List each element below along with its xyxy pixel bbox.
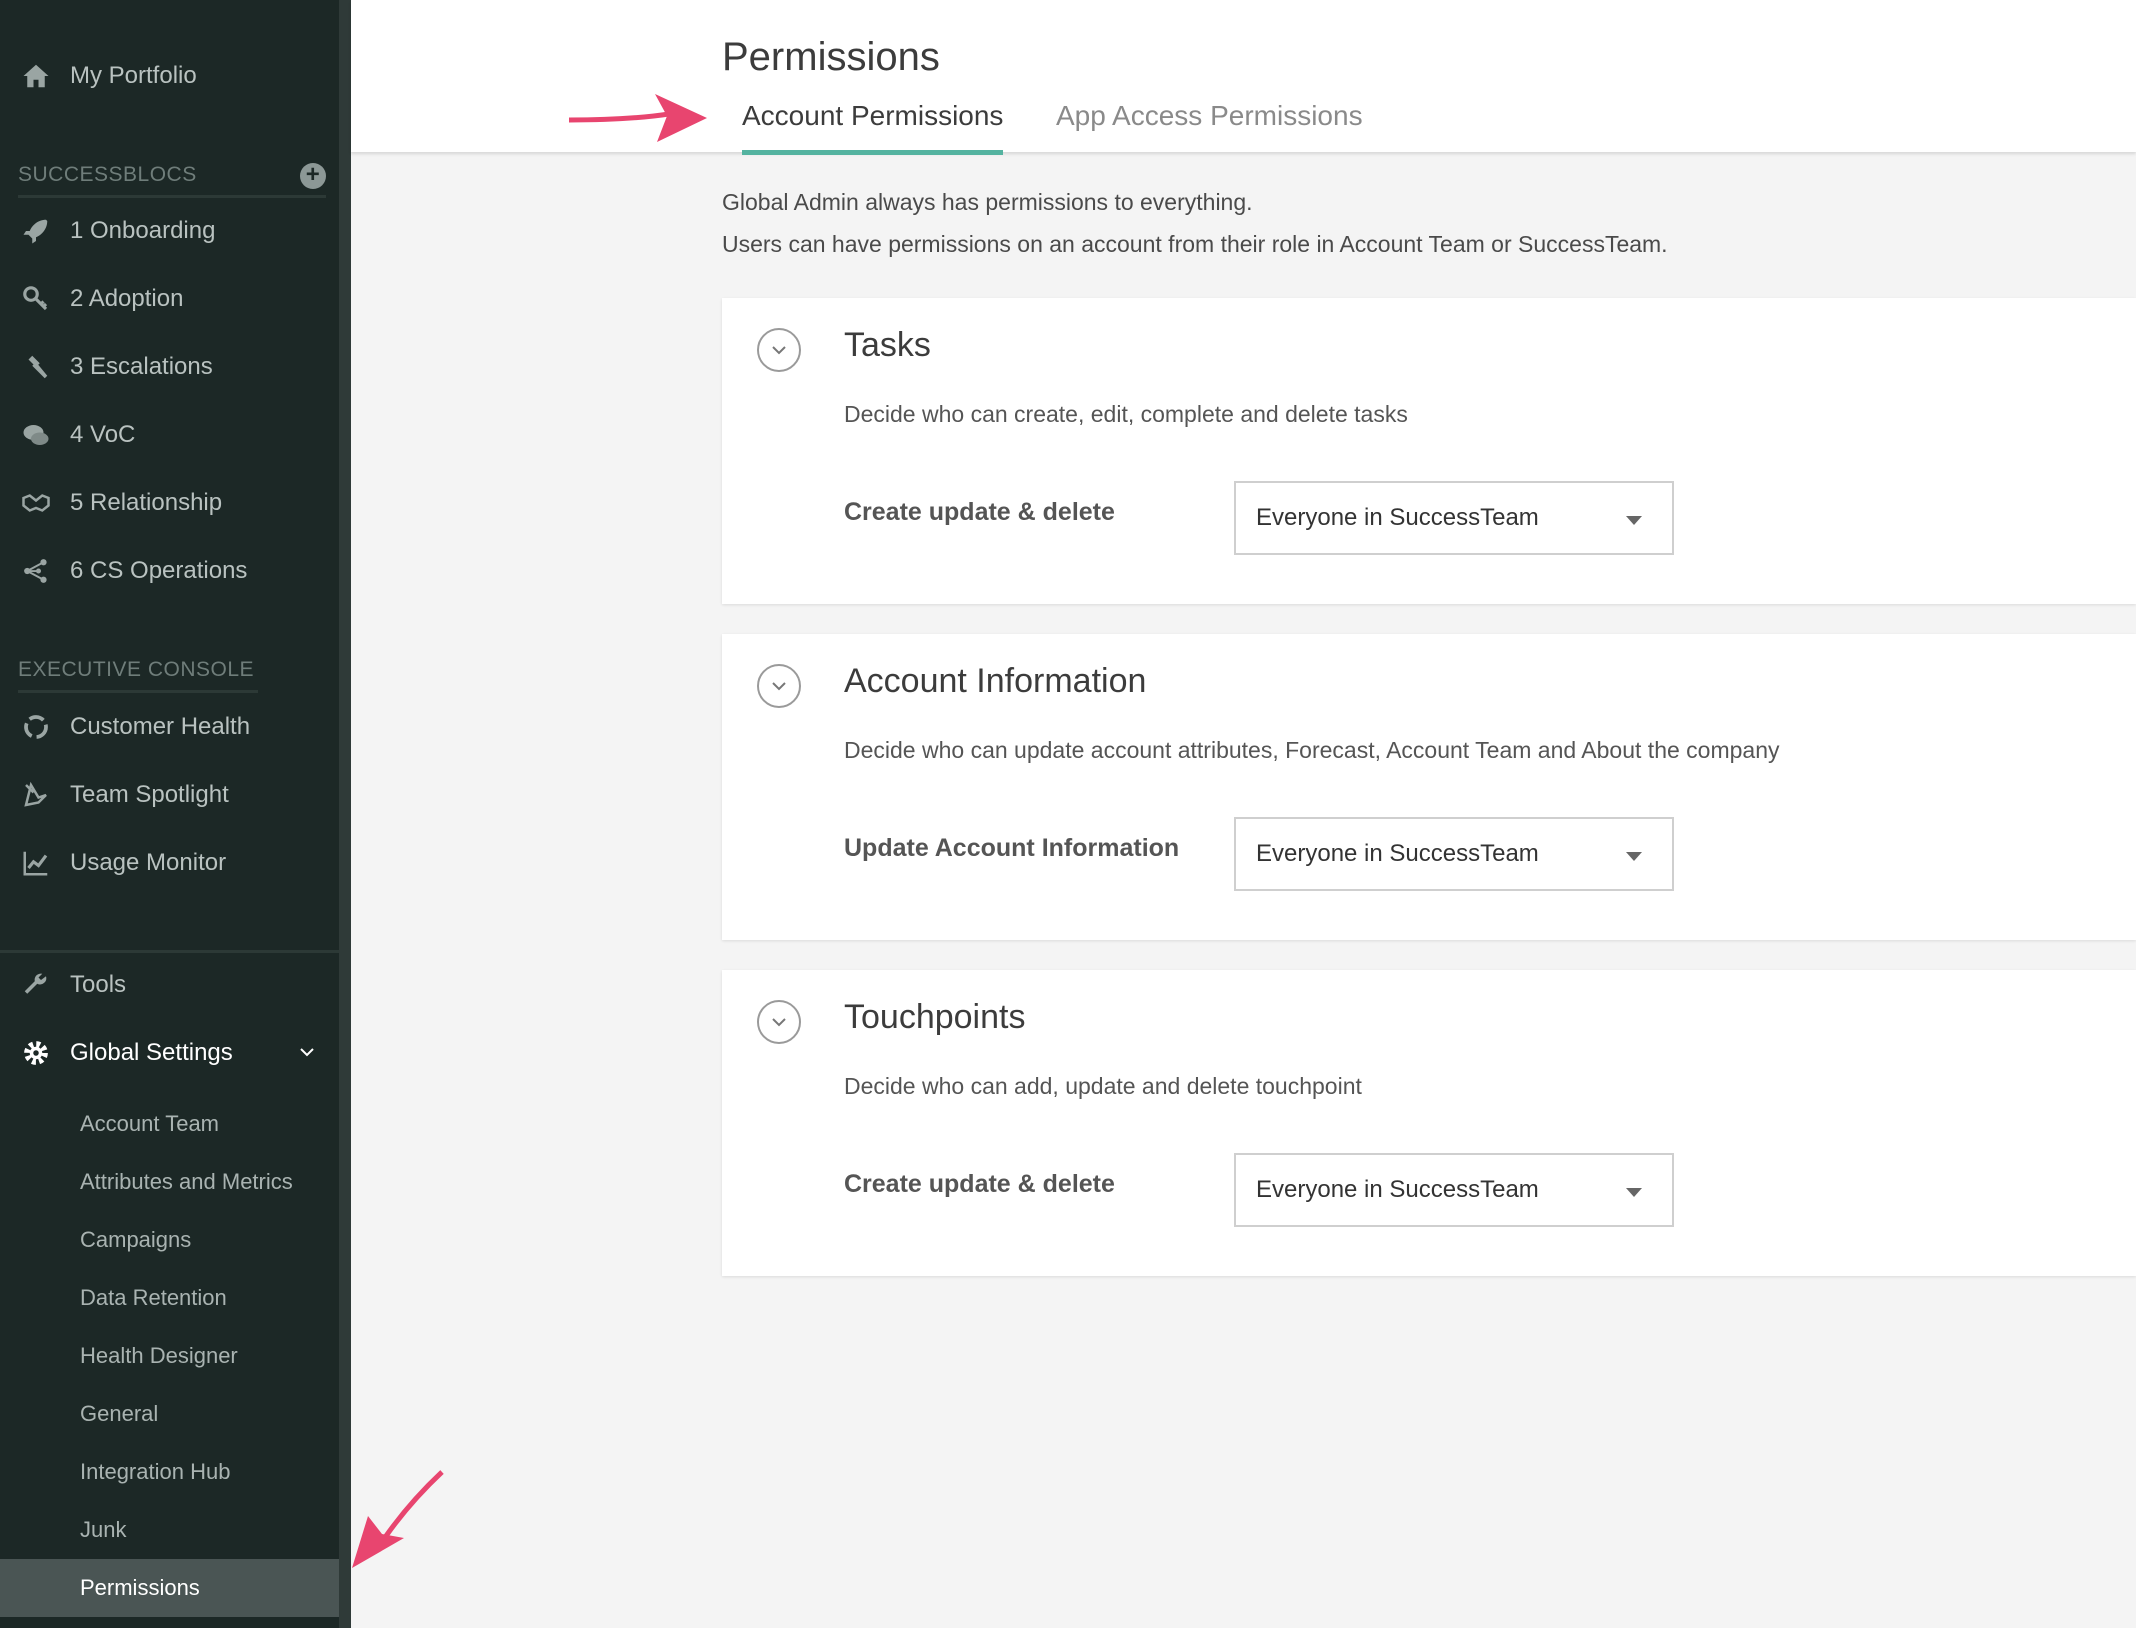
card-title: Touchpoints — [844, 998, 1026, 1036]
permission-row-label: Create update & delete — [844, 498, 1115, 526]
health-circle-icon — [18, 709, 54, 745]
handshake-icon — [18, 485, 54, 521]
permission-row-label: Update Account Information — [844, 834, 1180, 862]
chat-bubbles-icon — [18, 417, 54, 453]
sidebar-item-label: 2 Adoption — [70, 285, 184, 312]
annotation-arrow-icon — [352, 1470, 444, 1568]
sidebar-item-global-settings[interactable]: Global Settings — [0, 1023, 339, 1083]
sidebar-item-label: 3 Escalations — [70, 353, 213, 380]
share-icon — [18, 553, 54, 589]
sidebar-subitem-junk[interactable]: Junk — [0, 1501, 339, 1559]
sidebar-subitem-data-retention[interactable]: Data Retention — [0, 1269, 339, 1327]
select-value: Everyone in SuccessTeam — [1256, 1176, 1539, 1203]
line-chart-icon — [18, 845, 54, 881]
intro-line-2: Users can have permissions on an account… — [722, 231, 1668, 257]
card-description: Decide who can update account attributes… — [844, 737, 1780, 763]
sidebar-item-label: Team Spotlight — [70, 781, 229, 808]
caret-down-icon — [1626, 852, 1642, 861]
sidebar-subitem-integration-hub[interactable]: Integration Hub — [0, 1443, 339, 1501]
sidebar-item-adoption[interactable]: 2 Adoption — [0, 269, 339, 329]
sidebar-item-tools[interactable]: Tools — [0, 955, 339, 1015]
successblocs-heading: SUCCESSBLOCS + — [18, 163, 326, 198]
sidebar-item-label: 1 Onboarding — [70, 217, 216, 244]
permission-card-touchpoints: Touchpoints Decide who can add, update a… — [722, 970, 2136, 1276]
card-description: Decide who can create, edit, complete an… — [844, 401, 1408, 427]
sidebar-subitem-permissions[interactable]: Permissions — [0, 1559, 339, 1617]
sidebar-item-label: Global Settings — [70, 1039, 233, 1066]
sidebar-divider — [0, 950, 339, 953]
sidebar-subitem-account-team[interactable]: Account Team — [0, 1095, 339, 1153]
select-value: Everyone in SuccessTeam — [1256, 504, 1539, 531]
annotation-arrow-icon — [569, 94, 707, 142]
wrench-icon — [18, 967, 54, 1003]
sidebar-item-my-portfolio[interactable]: My Portfolio — [0, 46, 339, 106]
card-title: Tasks — [844, 326, 931, 364]
collapse-toggle-icon[interactable] — [757, 1000, 801, 1044]
chevron-down-icon[interactable] — [297, 1041, 317, 1061]
page-header: Permissions Account Permissions App Acce… — [351, 0, 2136, 155]
gear-icon — [18, 1035, 54, 1071]
permission-select[interactable]: Everyone in SuccessTeam — [1234, 1153, 1674, 1227]
collapse-toggle-icon[interactable] — [757, 328, 801, 372]
intro-line-1: Global Admin always has permissions to e… — [722, 189, 1253, 215]
key-icon — [18, 281, 54, 317]
sidebar-item-onboarding[interactable]: 1 Onboarding — [0, 201, 339, 261]
sidebar-subitem-campaigns[interactable]: Campaigns — [0, 1211, 339, 1269]
sidebar-subitem-health-designer[interactable]: Health Designer — [0, 1327, 339, 1385]
sidebar-item-label: My Portfolio — [70, 62, 197, 89]
sidebar: My Portfolio SUCCESSBLOCS + 1 Onboarding… — [0, 0, 339, 1628]
page-title: Permissions — [722, 34, 940, 79]
select-value: Everyone in SuccessTeam — [1256, 840, 1539, 867]
rocket-icon — [18, 213, 54, 249]
sidebar-item-relationship[interactable]: 5 Relationship — [0, 473, 339, 533]
executive-console-heading: EXECUTIVE CONSOLE — [18, 658, 258, 693]
home-icon — [18, 58, 54, 94]
permission-card-account-information: Account Information Decide who can updat… — [722, 634, 2136, 940]
card-title: Account Information — [844, 662, 1147, 700]
sidebar-item-label: 4 VoC — [70, 421, 136, 448]
sidebar-item-label: Usage Monitor — [70, 849, 227, 876]
sidebar-item-voc[interactable]: 4 VoC — [0, 405, 339, 465]
caret-down-icon — [1626, 516, 1642, 525]
gavel-icon — [18, 349, 54, 385]
permission-select[interactable]: Everyone in SuccessTeam — [1234, 481, 1674, 555]
sidebar-item-label: 5 Relationship — [70, 489, 223, 516]
tab-account-permissions[interactable]: Account Permissions — [742, 100, 1004, 155]
sidebar-subitem-attributes-and-metrics[interactable]: Attributes and Metrics — [0, 1153, 339, 1211]
sidebar-item-customer-health[interactable]: Customer Health — [0, 697, 339, 757]
sidebar-edge — [339, 0, 351, 1628]
sidebar-item-team-spotlight[interactable]: Team Spotlight — [0, 765, 339, 825]
sidebar-item-cs-operations[interactable]: 6 CS Operations — [0, 541, 339, 601]
permission-select[interactable]: Everyone in SuccessTeam — [1234, 817, 1674, 891]
card-description: Decide who can add, update and delete to… — [844, 1073, 1362, 1099]
sidebar-item-usage-monitor[interactable]: Usage Monitor — [0, 833, 339, 893]
caret-down-icon — [1626, 1188, 1642, 1197]
add-successbloc-icon[interactable]: + — [300, 163, 326, 189]
sidebar-item-label: Customer Health — [70, 713, 251, 740]
permission-row-label: Create update & delete — [844, 1170, 1115, 1198]
sidebar-item-label: 6 CS Operations — [70, 557, 248, 584]
spotlight-icon — [18, 777, 54, 813]
tab-app-access-permissions[interactable]: App Access Permissions — [1056, 100, 1363, 150]
sidebar-item-label: Tools — [70, 971, 127, 998]
permission-card-tasks: Tasks Decide who can create, edit, compl… — [722, 298, 2136, 604]
sidebar-subitem-general[interactable]: General — [0, 1385, 339, 1443]
sidebar-item-escalations[interactable]: 3 Escalations — [0, 337, 339, 397]
collapse-toggle-icon[interactable] — [757, 664, 801, 708]
